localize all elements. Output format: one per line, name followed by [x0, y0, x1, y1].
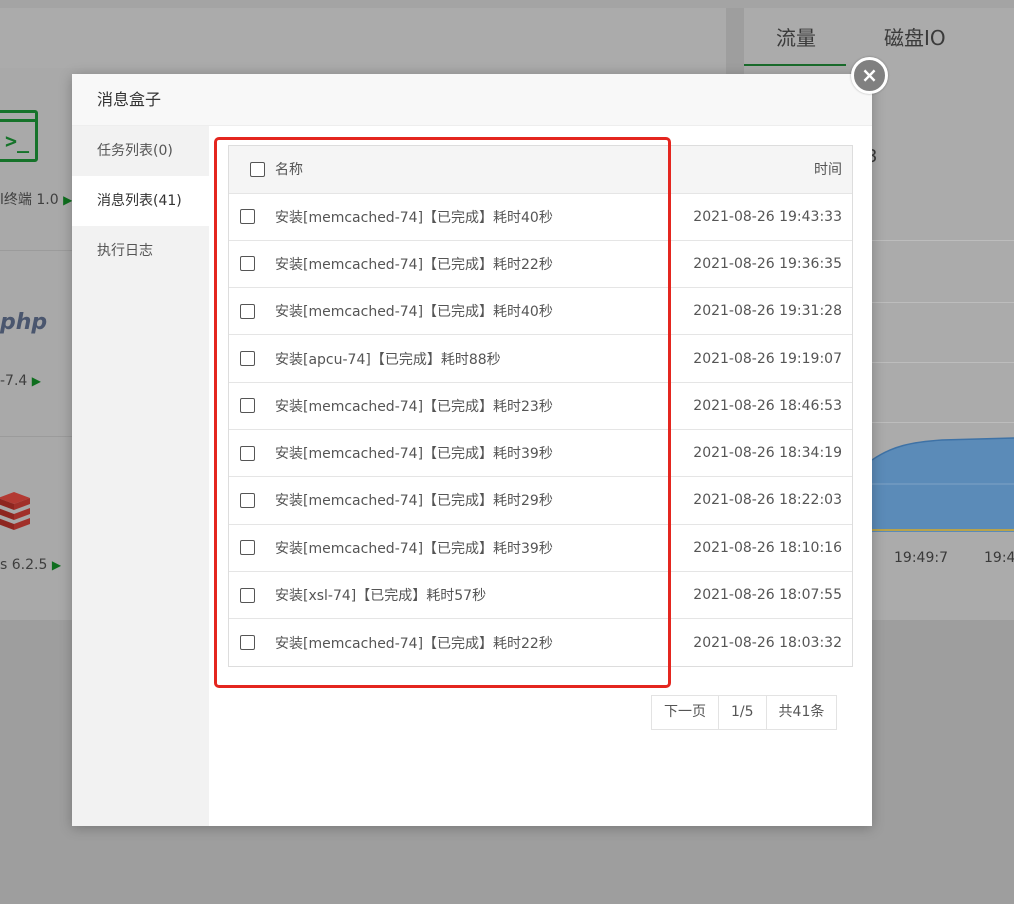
terminal-icon: >_	[0, 110, 38, 162]
message-box-dialog: 消息盒子 任务列表(0) 消息列表(41) 执行日志 名称 时间 安装[memc…	[72, 74, 872, 826]
message-time: 2021-08-26 18:22:03	[693, 492, 842, 509]
table-row: 安装[memcached-74]【已完成】耗时22秒 2021-08-26 19:…	[229, 240, 852, 287]
table-row: 安装[memcached-74]【已完成】耗时23秒 2021-08-26 18:…	[229, 382, 852, 429]
table-row: 安装[memcached-74]【已完成】耗时40秒 2021-08-26 19:…	[229, 287, 852, 335]
column-header-time: 时间	[814, 162, 842, 179]
dialog-title: 消息盒子	[72, 74, 872, 126]
table-row: 安装[memcached-74]【已完成】耗时39秒 2021-08-26 18:…	[229, 524, 852, 571]
table-row: 安装[apcu-74]【已完成】耗时88秒 2021-08-26 19:19:07	[229, 334, 852, 382]
table-row: 安装[xsl-74]【已完成】耗时57秒 2021-08-26 18:07:55	[229, 571, 852, 618]
message-table: 名称 时间 安装[memcached-74]【已完成】耗时40秒 2021-08-…	[228, 145, 853, 667]
pagination: 下一页 1/5 共41条	[651, 695, 838, 730]
message-time: 2021-08-26 19:36:35	[693, 255, 842, 272]
table-row: 安装[memcached-74]【已完成】耗时39秒 2021-08-26 18:…	[229, 429, 852, 476]
app-terminal-label[interactable]: l终端 1.0 ▶	[0, 189, 72, 209]
php-logo-icon: php	[0, 310, 48, 335]
message-time: 2021-08-26 19:31:28	[693, 303, 842, 320]
play-triangle-icon: ▶	[31, 374, 42, 388]
message-time: 2021-08-26 18:07:55	[693, 587, 842, 604]
traffic-chart-area	[872, 437, 1014, 532]
message-time: 2021-08-26 19:43:33	[693, 208, 842, 225]
sidebar-item-task-list[interactable]: 任务列表(0)	[72, 126, 209, 176]
table-row: 安装[memcached-74]【已完成】耗时29秒 2021-08-26 18:…	[229, 476, 852, 524]
app-redis-label[interactable]: s 6.2.5 ▶	[0, 557, 61, 573]
row-checkbox[interactable]	[240, 635, 255, 651]
background-divider	[0, 250, 72, 251]
chart-gridline	[872, 362, 1014, 363]
background-top-bar	[0, 0, 1014, 8]
message-time: 2021-08-26 18:46:53	[693, 397, 842, 414]
row-checkbox[interactable]	[240, 492, 255, 508]
message-time: 2021-08-26 18:03:32	[693, 634, 842, 651]
message-name: 安装[xsl-74]【已完成】耗时57秒	[275, 588, 487, 605]
message-name: 安装[memcached-74]【已完成】耗时22秒	[275, 256, 553, 273]
chart-x-tick: 19:49:7	[894, 550, 948, 566]
message-name: 安装[memcached-74]【已完成】耗时39秒	[275, 446, 553, 463]
select-all-checkbox[interactable]	[250, 161, 265, 177]
page-indicator: 1/5	[718, 696, 766, 729]
play-triangle-icon: ▶	[51, 558, 62, 572]
message-name: 安装[apcu-74]【已完成】耗时88秒	[275, 351, 501, 368]
redis-logo-icon	[0, 492, 30, 530]
dialog-sidebar: 任务列表(0) 消息列表(41) 执行日志	[72, 126, 209, 826]
message-name: 安装[memcached-74]【已完成】耗时22秒	[275, 635, 553, 652]
message-time: 2021-08-26 19:19:07	[693, 350, 842, 367]
table-header-row: 名称 时间	[229, 146, 852, 193]
chart-gridline	[872, 422, 1014, 423]
chart-gridline	[872, 302, 1014, 303]
close-icon[interactable]: ×	[851, 57, 888, 94]
message-time: 2021-08-26 18:10:16	[693, 539, 842, 556]
table-row: 安装[memcached-74]【已完成】耗时40秒 2021-08-26 19:…	[229, 193, 852, 240]
row-checkbox[interactable]	[240, 351, 255, 367]
message-time: 2021-08-26 18:34:19	[693, 445, 842, 462]
tab-traffic[interactable]: 流量	[776, 22, 816, 51]
background-divider	[0, 436, 72, 437]
message-name: 安装[memcached-74]【已完成】耗时39秒	[275, 540, 553, 557]
active-tab-indicator	[744, 64, 846, 66]
chart-x-tick: 19:4	[984, 550, 1014, 566]
table-row: 安装[memcached-74]【已完成】耗时22秒 2021-08-26 18:…	[229, 618, 852, 666]
total-count: 共41条	[765, 696, 837, 729]
tab-disk-io[interactable]: 磁盘IO	[884, 22, 946, 51]
play-triangle-icon: ▶	[63, 193, 73, 207]
row-checkbox[interactable]	[240, 209, 255, 225]
sidebar-item-message-list[interactable]: 消息列表(41)	[72, 176, 209, 226]
row-checkbox[interactable]	[240, 256, 255, 272]
background-header-card	[0, 8, 726, 68]
chart-gridline	[872, 240, 1014, 241]
message-name: 安装[memcached-74]【已完成】耗时23秒	[275, 398, 553, 415]
next-page-button[interactable]: 下一页	[652, 696, 718, 729]
column-header-name: 名称	[275, 162, 303, 179]
app-php-label[interactable]: -7.4 ▶	[0, 373, 41, 389]
message-name: 安装[memcached-74]【已完成】耗时40秒	[275, 209, 553, 226]
message-name: 安装[memcached-74]【已完成】耗时40秒	[275, 304, 553, 321]
row-checkbox[interactable]	[240, 445, 255, 461]
row-checkbox[interactable]	[240, 398, 255, 414]
message-name: 安装[memcached-74]【已完成】耗时29秒	[275, 493, 553, 510]
row-checkbox[interactable]	[240, 587, 255, 603]
row-checkbox[interactable]	[240, 540, 255, 556]
row-checkbox[interactable]	[240, 303, 255, 319]
sidebar-item-execution-log[interactable]: 执行日志	[72, 226, 209, 276]
